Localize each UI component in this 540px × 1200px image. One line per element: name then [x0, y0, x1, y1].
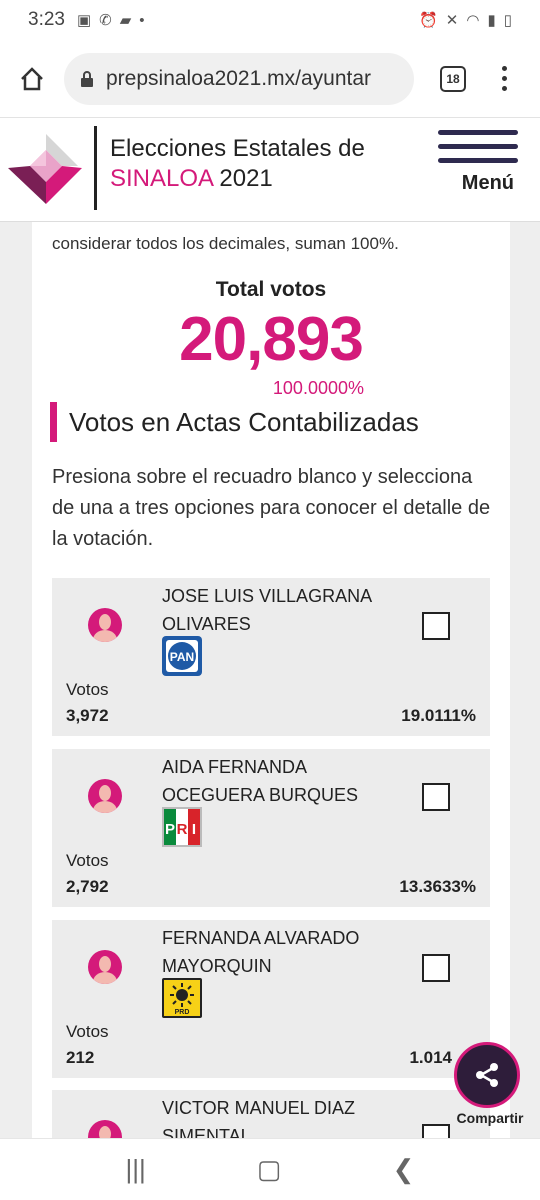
- candidate-select-checkbox[interactable]: [422, 612, 450, 640]
- candidate-avatar-icon: [88, 950, 122, 984]
- candidate-card: VICTOR MANUEL DIAZ SIMENTAL: [52, 1090, 490, 1138]
- votes-label: Votos: [66, 680, 109, 699]
- alarm-icon: ⏰: [419, 12, 438, 29]
- results-card: considerar todos los decimales, suman 10…: [32, 222, 510, 1138]
- pan-logo-icon: PAN: [162, 636, 202, 676]
- candidate-select-checkbox[interactable]: [422, 783, 450, 811]
- home-icon: [21, 66, 43, 90]
- candidate-select-checkbox[interactable]: [422, 954, 450, 982]
- system-icons: ⏰ ✕ ◠ ▮ ▯: [419, 11, 512, 29]
- browser-toolbar: prepsinaloa2021.mx/ayuntar 18: [0, 40, 540, 118]
- svg-text:R: R: [177, 821, 188, 838]
- votes-label: Votos: [66, 1022, 109, 1041]
- recent-apps-button[interactable]: |||: [126, 1154, 146, 1185]
- battery-icon: ▯: [503, 12, 512, 29]
- tab-switcher-button[interactable]: 18: [440, 65, 466, 92]
- votes-value: 3,972: [66, 706, 109, 725]
- section-accent: [50, 402, 57, 442]
- share-circle: [454, 1042, 520, 1108]
- home-nav-button[interactable]: ▢: [257, 1154, 282, 1185]
- back-button[interactable]: ❮: [393, 1154, 415, 1185]
- total-votes-percent: 100.0000%: [272, 378, 364, 398]
- votes-percent: 1.014: [409, 1048, 452, 1067]
- candidate-select-checkbox[interactable]: [422, 1124, 450, 1138]
- hamburger-icon: [438, 130, 518, 135]
- dot-icon: •: [139, 11, 145, 29]
- section-title: Votos en Actas Contabilizadas: [50, 402, 419, 442]
- candidate-avatar-icon: [88, 1120, 122, 1138]
- notification-icons: ▣ ✆ ▰ •: [76, 11, 145, 30]
- svg-text:P: P: [165, 821, 175, 838]
- address-bar[interactable]: prepsinaloa2021.mx/ayuntar: [64, 52, 414, 105]
- pri-logo-icon: P R I: [162, 807, 202, 847]
- svg-text:I: I: [192, 821, 196, 838]
- url-text: prepsinaloa2021.mx/ayuntar: [106, 66, 372, 90]
- lock-icon: [81, 70, 93, 87]
- header-divider: [94, 126, 97, 210]
- note-text: considerar todos los decimales, suman 10…: [52, 234, 399, 253]
- instructions-text: Presiona sobre el recuadro blanco y sele…: [52, 466, 491, 550]
- whatsapp-icon: ✆: [99, 12, 112, 29]
- more-options-button[interactable]: [502, 66, 507, 91]
- votes-value: 2,792: [66, 877, 109, 896]
- candidate-name: AIDA FERNANDA OCEGUERA BURQUES: [162, 757, 359, 805]
- candidate-card: JOSE LUIS VILLAGRANA OLIVARES PAN Votos …: [52, 578, 490, 736]
- site-header: Elecciones Estatales de SINALOA 2021 Men…: [0, 118, 540, 222]
- votes-label: Votos: [66, 851, 109, 870]
- mute-icon: ✕: [445, 12, 459, 29]
- site-title: Elecciones Estatales de SINALOA 2021: [110, 135, 365, 192]
- prep-logo-icon: [8, 134, 82, 204]
- main-content: considerar todos los decimales, suman 10…: [0, 222, 540, 1138]
- total-votes-value: 20,893: [179, 305, 364, 374]
- share-label: Compartir: [456, 1110, 524, 1126]
- prd-logo-icon: PRD: [162, 978, 202, 1018]
- candidate-name: JOSE LUIS VILLAGRANA OLIVARES: [162, 586, 372, 634]
- candidate-avatar-icon: [88, 779, 122, 813]
- home-button[interactable]: [14, 61, 50, 97]
- status-time: 3:23: [28, 9, 65, 30]
- wifi-icon: ◠: [466, 12, 480, 29]
- candidate-avatar-icon: [88, 608, 122, 642]
- votes-percent: 19.0111%: [401, 706, 476, 725]
- total-votes-label: Total votos: [215, 278, 327, 301]
- candidate-name: VICTOR MANUEL DIAZ SIMENTAL: [162, 1098, 356, 1138]
- candidate-name: FERNANDA ALVARADO MAYORQUIN: [162, 928, 360, 976]
- signal-icon: ▮: [487, 12, 496, 29]
- message-icon: ▰: [119, 12, 132, 29]
- svg-text:PRD: PRD: [175, 1009, 190, 1016]
- menu-label: Menú: [461, 172, 514, 194]
- gallery-icon: ▣: [76, 12, 92, 29]
- share-button[interactable]: Compartir: [448, 1034, 538, 1134]
- status-bar: 3:23 ▣ ✆ ▰ • ⏰ ✕ ◠ ▮ ▯: [0, 0, 540, 40]
- votes-value: 212: [66, 1048, 95, 1067]
- votes-percent: 13.3633%: [399, 877, 476, 896]
- candidate-card: FERNANDA ALVARADO MAYORQUIN PRD Votos 21…: [52, 920, 490, 1078]
- svg-text:PAN: PAN: [170, 650, 194, 664]
- candidate-card: AIDA FERNANDA OCEGUERA BURQUES P R I Vot…: [52, 749, 490, 907]
- share-icon: [476, 1063, 498, 1087]
- menu-button[interactable]: Menú: [438, 130, 518, 195]
- system-nav-bar: ||| ▢ ❮: [0, 1138, 540, 1200]
